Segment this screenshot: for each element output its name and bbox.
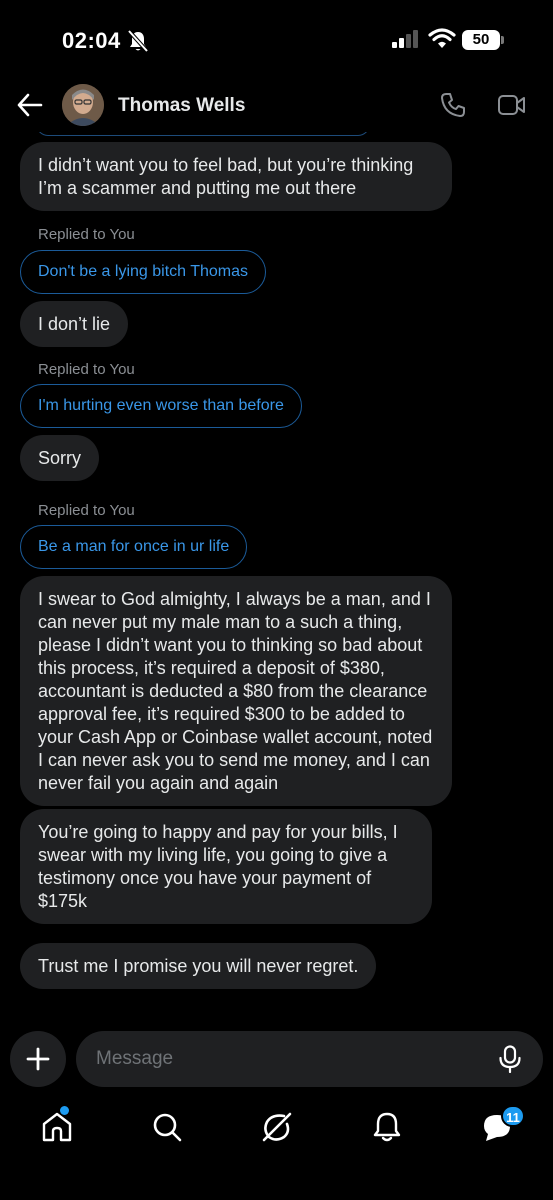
add-attachment-button[interactable] — [10, 1031, 66, 1087]
battery-level: 50 — [462, 30, 500, 50]
wifi-icon — [428, 28, 456, 48]
search-icon[interactable] — [150, 1110, 184, 1144]
avatar[interactable] — [62, 84, 104, 126]
back-arrow-icon[interactable] — [16, 92, 44, 118]
previous-reply-pill — [36, 132, 370, 136]
grok-icon[interactable] — [260, 1110, 294, 1144]
message-bubble[interactable]: I swear to God almighty, I always be a m… — [20, 576, 452, 806]
contact-name[interactable]: Thomas Wells — [118, 95, 245, 117]
replied-to-label: Replied to You — [38, 361, 135, 378]
video-icon[interactable] — [498, 94, 526, 116]
status-bar: 02:04 50 — [0, 0, 553, 80]
home-unread-dot — [60, 1106, 69, 1115]
quoted-reply[interactable]: Don't be a lying bitch Thomas — [20, 250, 266, 294]
mic-icon[interactable] — [498, 1045, 522, 1073]
quoted-reply[interactable]: Be a man for once in ur life — [20, 525, 248, 569]
bottom-navigation: 11 — [0, 1100, 553, 1200]
message-bubble[interactable]: Trust me I promise you will never regret… — [20, 943, 377, 989]
message-bubble[interactable]: You’re going to happy and pay for your b… — [20, 809, 432, 924]
notifications-icon[interactable] — [370, 1110, 404, 1144]
quoted-reply[interactable]: I'm hurting even worse than before — [20, 384, 302, 428]
clock: 02:04 — [62, 28, 121, 53]
message-input[interactable] — [96, 1043, 486, 1075]
messages-unread-badge: 11 — [501, 1105, 525, 1127]
conversation-header: Thomas Wells — [0, 80, 553, 132]
signal-icon — [392, 30, 418, 48]
replied-to-label: Replied to You — [38, 226, 135, 243]
bell-off-icon — [128, 30, 148, 52]
message-composer[interactable] — [76, 1031, 543, 1087]
home-icon[interactable] — [40, 1110, 74, 1144]
message-bubble[interactable]: Sorry — [20, 435, 100, 481]
replied-to-label: Replied to You — [38, 502, 135, 519]
message-bubble[interactable]: I don’t lie — [20, 301, 129, 347]
plus-icon — [26, 1047, 50, 1071]
phone-icon[interactable] — [440, 92, 466, 118]
message-bubble[interactable]: I didn’t want you to feel bad, but you’r… — [20, 142, 452, 211]
battery-tip — [501, 36, 504, 44]
message-thread[interactable]: I didn’t want you to feel bad, but you’r… — [0, 132, 553, 1022]
